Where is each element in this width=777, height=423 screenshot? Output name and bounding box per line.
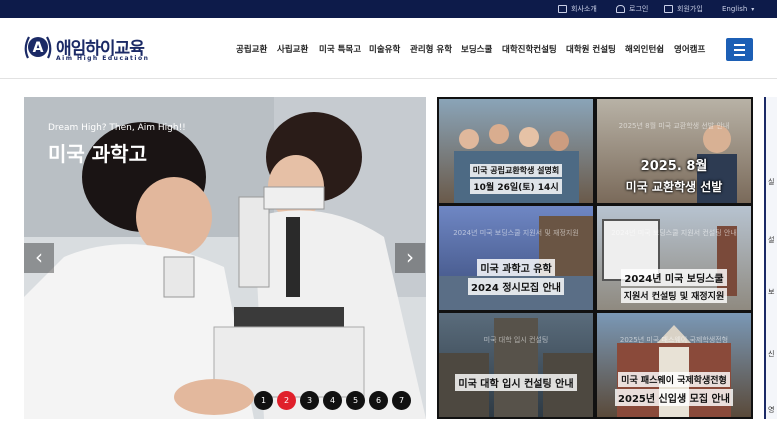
nav-us-special-high[interactable]: 미국 특목고 xyxy=(319,43,361,57)
site-header: A 애임하이교육 Aim High Education 공립교환 사립교환 미국… xyxy=(0,18,777,79)
banner-tile-1[interactable]: 미국 공립교환학생 설명회 10월 26일(토) 14시 xyxy=(439,99,593,203)
tile-6-faint-text: 2025년 미국 패스웨이 국제학생전형 xyxy=(619,336,729,344)
nav-internship[interactable]: 해외인턴쉽 xyxy=(625,43,664,57)
tile-3-line-2: 2024 정시모집 안내 xyxy=(468,278,564,295)
slider-page-1[interactable]: 1 xyxy=(254,391,273,410)
quick-menu-item-2[interactable]: 설 xyxy=(768,235,774,245)
tile-2-line-1: 2025. 8월 xyxy=(640,159,708,174)
svg-text:A: A xyxy=(33,40,44,56)
tile-5-line-1: 미국 대학 입시 컨설팅 안내 xyxy=(455,374,577,391)
banner-grid: 미국 공립교환학생 설명회 10월 26일(토) 14시 2025년 8월 미국… xyxy=(437,97,753,419)
quick-menu-item-3[interactable]: 보 xyxy=(768,287,774,297)
logo-subtitle: Aim High Education xyxy=(56,55,150,62)
tile-1-line-1: 미국 공립교환학생 설명회 xyxy=(469,164,563,177)
nav-art-study[interactable]: 미술유학 xyxy=(369,43,400,57)
nav-public-exchange[interactable]: 공립교환 xyxy=(236,43,267,57)
banner-tile-6[interactable]: 2025년 미국 패스웨이 국제학생전형 미국 패스웨이 국제학생전형 2025… xyxy=(597,313,751,417)
slider-page-2[interactable]: 2 xyxy=(277,391,296,410)
tile-2-line-2: 미국 교환학생 선발 xyxy=(625,180,723,194)
tile-6-line-1: 미국 패스웨이 국제학생전형 xyxy=(618,372,730,387)
nav-grad-consulting[interactable]: 대학원 컨설팅 xyxy=(566,43,616,57)
nav-managed-study[interactable]: 관리형 유학 xyxy=(410,43,452,57)
slider-page-4[interactable]: 4 xyxy=(323,391,342,410)
tile-6-line-2: 2025년 신입생 모집 안내 xyxy=(615,389,733,406)
nav-boarding-school[interactable]: 보딩스쿨 xyxy=(461,43,492,57)
quick-menu-item-4[interactable]: 신 xyxy=(768,349,774,359)
slider-page-3[interactable]: 3 xyxy=(300,391,319,410)
top-utility-bar: 회사소개 로그인 회원가입 English ▾ xyxy=(0,0,777,18)
user-add-icon xyxy=(664,5,673,13)
hamburger-icon xyxy=(734,44,745,46)
tile-4-faint-text: 2024년 미국 보딩스쿨 지원서 컨설팅 안내 xyxy=(611,229,737,237)
company-link[interactable]: 회사소개 xyxy=(558,2,597,16)
quick-menu-item-1[interactable]: 실 xyxy=(768,177,774,187)
hero-slider[interactable]: Dream High? Then, Aim High!! 미국 과학고 ‹ › … xyxy=(24,97,426,419)
hamburger-menu-button[interactable] xyxy=(726,38,753,61)
slider-page-5[interactable]: 5 xyxy=(346,391,365,410)
tile-1-line-2: 10월 26일(토) 14시 xyxy=(470,179,562,194)
university-tower-image xyxy=(439,318,593,417)
tile-2-faint-text: 2025년 8월 미국 교환학생 선발 안내 xyxy=(618,122,730,130)
slider-prev-button[interactable]: ‹ xyxy=(24,243,54,273)
slider-pagination: 1 2 3 4 5 6 7 xyxy=(254,391,411,410)
quick-menu-item-5[interactable]: 영 xyxy=(768,405,774,415)
login-link[interactable]: 로그인 xyxy=(616,2,648,16)
chevron-down-icon: ▾ xyxy=(751,5,755,13)
tile-3-line-1: 미국 과학고 유학 xyxy=(477,259,555,276)
tile-3-faint-text: 2024년 미국 보딩스쿨 지원서 및 재정지원 xyxy=(453,229,579,237)
signup-link[interactable]: 회원가입 xyxy=(664,2,703,16)
language-select[interactable]: English ▾ xyxy=(722,2,754,16)
site-logo[interactable]: A 애임하이교육 Aim High Education xyxy=(22,32,162,72)
nav-private-exchange[interactable]: 사립교환 xyxy=(277,43,308,57)
tile-4-line-2: 지원서 컨설팅 및 재정지원 xyxy=(620,288,728,303)
nav-college-consulting[interactable]: 대학진학컨설팅 xyxy=(502,43,557,57)
banner-tile-2[interactable]: 2025년 8월 미국 교환학생 선발 안내 2025. 8월 미국 교환학생 … xyxy=(597,99,751,203)
laurel-logo-icon: A xyxy=(24,36,52,59)
slider-next-button[interactable]: › xyxy=(395,243,425,273)
lock-icon xyxy=(616,5,625,13)
slider-page-6[interactable]: 6 xyxy=(369,391,388,410)
quick-menu-sidebar: 실 설 보 신 영 xyxy=(764,97,777,419)
banner-tile-3[interactable]: 2024년 미국 보딩스쿨 지원서 및 재정지원 미국 과학고 유학 2024 … xyxy=(439,206,593,310)
banner-tile-5[interactable]: 미국 대학 입시 컨설팅 미국 대학 입시 컨설팅 안내 xyxy=(439,313,593,417)
tile-4-line-1: 2024년 미국 보딩스쿨 xyxy=(621,269,727,286)
banner-tile-4[interactable]: 2024년 미국 보딩스쿨 지원서 컨설팅 안내 2024년 미국 보딩스쿨 지… xyxy=(597,206,751,310)
slider-page-7[interactable]: 7 xyxy=(392,391,411,410)
building-icon xyxy=(558,5,567,13)
slide-kicker: Dream High? Then, Aim High!! xyxy=(48,123,186,133)
nav-english-camp[interactable]: 영어캠프 xyxy=(674,43,705,57)
slide-title: 미국 과학고 xyxy=(48,142,147,166)
tile-5-faint-text: 미국 대학 입시 컨설팅 xyxy=(483,336,549,344)
